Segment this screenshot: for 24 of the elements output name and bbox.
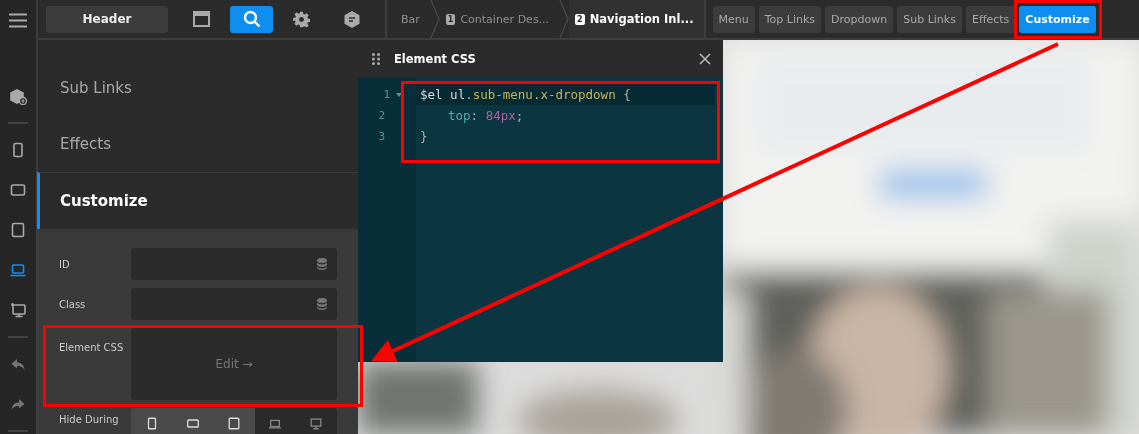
field-label: Class [59,298,87,310]
line-number: 3 [378,130,385,143]
section-item[interactable]: Sub Links [37,60,358,116]
field-label: Hide During [59,413,120,425]
field-label: Element CSS [59,341,125,353]
tab[interactable]: Customize [1019,5,1096,33]
tab[interactable]: Dropdown [825,5,894,33]
panel-title: Element CSS [394,52,477,66]
edit-button[interactable]: Edit → [131,328,337,400]
code-line: } [420,129,428,144]
line-number: 1 [383,88,390,101]
header-button[interactable]: Header [46,5,168,33]
tab[interactable]: Effects [965,5,1016,33]
breadcrumb-link[interactable]: Bar [387,0,430,38]
section-item[interactable]: Effects [37,116,358,172]
code-line: $el ul.sub-menu.x-dropdown { [420,87,631,102]
field-label: ID [59,258,71,270]
line-number: 2 [378,109,385,122]
breadcrumb-link[interactable]: 2 Navigation Inl... [569,0,704,38]
breadcrumb-link[interactable]: 1 Container Des... [439,0,560,38]
code-line: top: 84px; [448,108,524,123]
tab[interactable]: Sub Links [897,5,962,33]
tab[interactable]: Top Links [758,5,822,33]
tab[interactable]: Menu [712,5,755,33]
